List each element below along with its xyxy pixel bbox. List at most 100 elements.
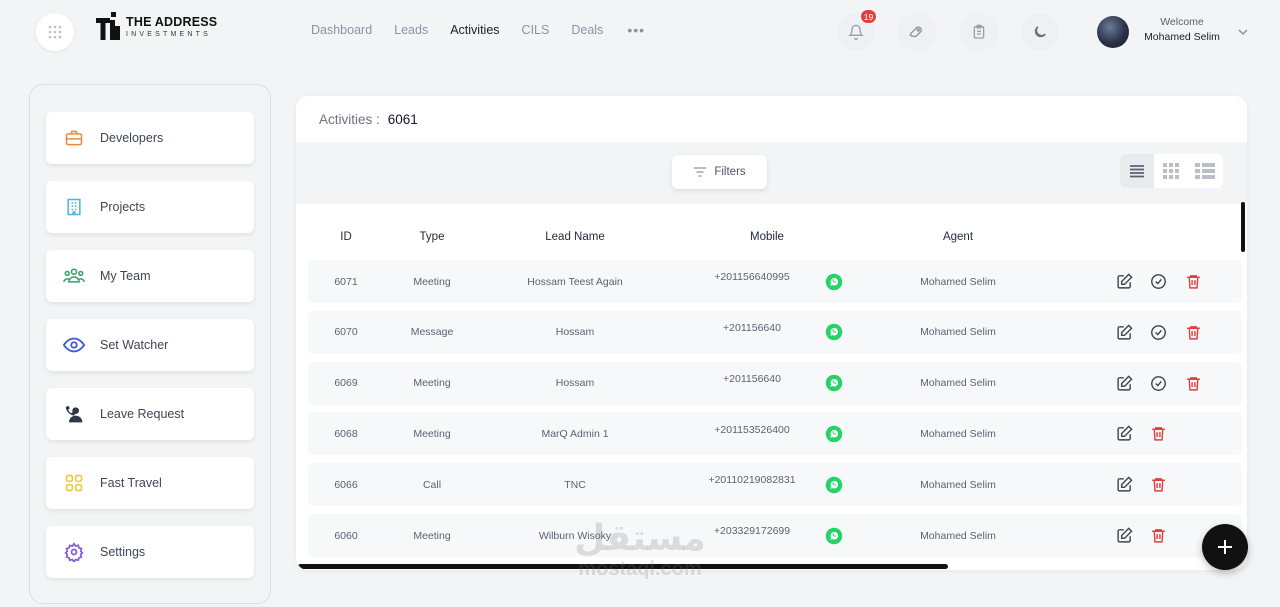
cell-mobile: +201156640995	[714, 271, 790, 284]
cell-type: Call	[422, 478, 442, 491]
whatsapp-icon[interactable]	[825, 425, 843, 443]
nav-activities[interactable]: Activities	[450, 23, 499, 37]
delete-icon[interactable]	[1149, 425, 1167, 443]
column-id[interactable]: ID	[340, 231, 352, 243]
whatsapp-icon[interactable]	[825, 374, 843, 392]
table-row[interactable]: 6070 Message Hossam +201156640 Mohamed Selim	[308, 310, 1242, 354]
quick-launch-button[interactable]	[898, 13, 936, 51]
rocket-icon	[909, 26, 922, 38]
column-lead-name[interactable]: Lead Name	[545, 231, 604, 243]
notifications-button[interactable]: 19	[837, 8, 878, 51]
chevron-down-icon[interactable]	[1237, 26, 1249, 38]
table-row[interactable]: 6066 Call TNC +20110219082831 Mohamed Selim	[308, 463, 1242, 507]
user-greeting[interactable]: Welcome Mohamed Selim	[1140, 16, 1224, 43]
gear-icon	[63, 541, 85, 563]
cell-id: 6071	[334, 275, 358, 288]
bell-icon	[848, 24, 864, 40]
edit-icon[interactable]	[1115, 323, 1133, 341]
brand-subtitle: INVESTMENTS	[126, 30, 211, 38]
delete-icon[interactable]	[1184, 273, 1202, 291]
horizontal-scrollbar[interactable]	[298, 564, 948, 569]
edit-icon[interactable]	[1115, 425, 1133, 443]
complete-check-icon[interactable]	[1149, 273, 1167, 291]
sidebar-item-set-watcher[interactable]: Set Watcher	[46, 319, 254, 371]
team-icon	[63, 265, 85, 287]
table-icon	[1195, 163, 1215, 179]
column-mobile[interactable]: Mobile	[750, 231, 784, 243]
top-header: THE ADDRESS INVESTMENTS Dashboard Leads …	[0, 0, 1280, 64]
nav-leads[interactable]: Leads	[394, 23, 428, 37]
delete-icon[interactable]	[1184, 374, 1202, 392]
nav-more-button[interactable]: •••	[627, 22, 645, 38]
dark-mode-toggle[interactable]	[1021, 13, 1059, 51]
brand-logo[interactable]: THE ADDRESS INVESTMENTS	[96, 12, 217, 42]
cell-agent: Mohamed Selim	[920, 478, 996, 491]
whatsapp-icon[interactable]	[825, 476, 843, 494]
cell-lead-name: TNC	[564, 478, 586, 491]
building-icon	[63, 196, 85, 218]
cell-agent: Mohamed Selim	[920, 427, 996, 440]
whatsapp-icon[interactable]	[825, 527, 843, 545]
cell-mobile: +20110219082831	[708, 474, 796, 487]
view-switcher	[1120, 154, 1223, 188]
sidebar-item-label: Projects	[100, 200, 146, 214]
delete-icon[interactable]	[1149, 527, 1167, 545]
complete-check-icon[interactable]	[1149, 374, 1167, 392]
grid-view-button[interactable]	[1154, 154, 1188, 188]
activities-panel: Activities : 6061 Filters ID Type Lead N…	[296, 96, 1247, 570]
edit-icon[interactable]	[1115, 527, 1133, 545]
filter-icon	[694, 167, 707, 177]
column-type[interactable]: Type	[420, 231, 445, 243]
cell-agent: Mohamed Selim	[920, 326, 996, 339]
brand-name: THE ADDRESS	[126, 15, 218, 30]
eye-icon	[63, 334, 85, 356]
moon-icon	[1034, 26, 1046, 38]
vertical-scrollbar[interactable]	[1241, 202, 1245, 252]
edit-icon[interactable]	[1115, 476, 1133, 494]
logo-mark-icon	[96, 12, 120, 40]
sidebar-item-my-team[interactable]: My Team	[46, 250, 254, 302]
activities-count: 6061	[387, 111, 418, 127]
cell-lead-name: Hossam	[555, 377, 595, 390]
briefcase-icon	[63, 127, 85, 149]
sidebar-item-developers[interactable]: Developers	[46, 112, 254, 164]
user-avatar[interactable]	[1097, 16, 1129, 48]
table-row[interactable]: 6069 Meeting Hossam +201156640 Mohamed Selim	[308, 361, 1242, 405]
cell-id: 6060	[334, 529, 358, 542]
sidebar-item-label: Settings	[100, 545, 146, 559]
sidebar-item-projects[interactable]: Projects	[46, 181, 254, 233]
complete-check-icon[interactable]	[1149, 323, 1167, 341]
nav-dashboard[interactable]: Dashboard	[311, 23, 372, 37]
delete-icon[interactable]	[1149, 476, 1167, 494]
table-row[interactable]: 6060 Meeting Wilburn Wisoky +203329172699 Mo…	[308, 514, 1242, 557]
edit-icon[interactable]	[1115, 273, 1133, 291]
table-view-button[interactable]	[1188, 154, 1222, 188]
add-activity-button[interactable]	[1202, 524, 1248, 570]
apps-menu-button[interactable]	[36, 13, 74, 51]
cell-lead-name: MarQ Admin 1	[541, 427, 609, 440]
cell-mobile: +201153526400	[714, 423, 790, 436]
cell-type: Meeting	[413, 275, 451, 288]
sidebar-item-leave-request[interactable]: Leave Request	[46, 388, 254, 440]
grid-icon	[63, 472, 85, 494]
nav-deals[interactable]: Deals	[571, 23, 603, 37]
whatsapp-icon[interactable]	[825, 273, 843, 291]
whatsapp-icon[interactable]	[825, 323, 843, 341]
column-agent[interactable]: Agent	[943, 231, 973, 243]
edit-icon[interactable]	[1115, 374, 1133, 392]
clipboard-button[interactable]	[960, 13, 998, 51]
apps-grid-icon	[48, 25, 62, 39]
cell-type: Meeting	[413, 427, 451, 440]
sidebar-item-settings[interactable]: Settings	[46, 526, 254, 578]
nav-cils[interactable]: CILS	[522, 23, 550, 37]
table-row[interactable]: 6068 Meeting MarQ Admin 1 +201153526400 Moha…	[308, 412, 1242, 456]
main-nav: Dashboard Leads Activities CILS Deals ••…	[311, 22, 645, 38]
sidebar-item-fast-travel[interactable]: Fast Travel	[46, 457, 254, 509]
delete-icon[interactable]	[1184, 323, 1202, 341]
list-view-button[interactable]	[1120, 154, 1154, 188]
sidebar-item-label: Leave Request	[100, 407, 185, 421]
table-row[interactable]: 6071 Meeting Hossam Teest Again +2011566409…	[308, 260, 1242, 303]
list-icon	[1130, 165, 1144, 178]
cell-id: 6068	[334, 427, 358, 440]
filters-button[interactable]: Filters	[672, 155, 767, 189]
